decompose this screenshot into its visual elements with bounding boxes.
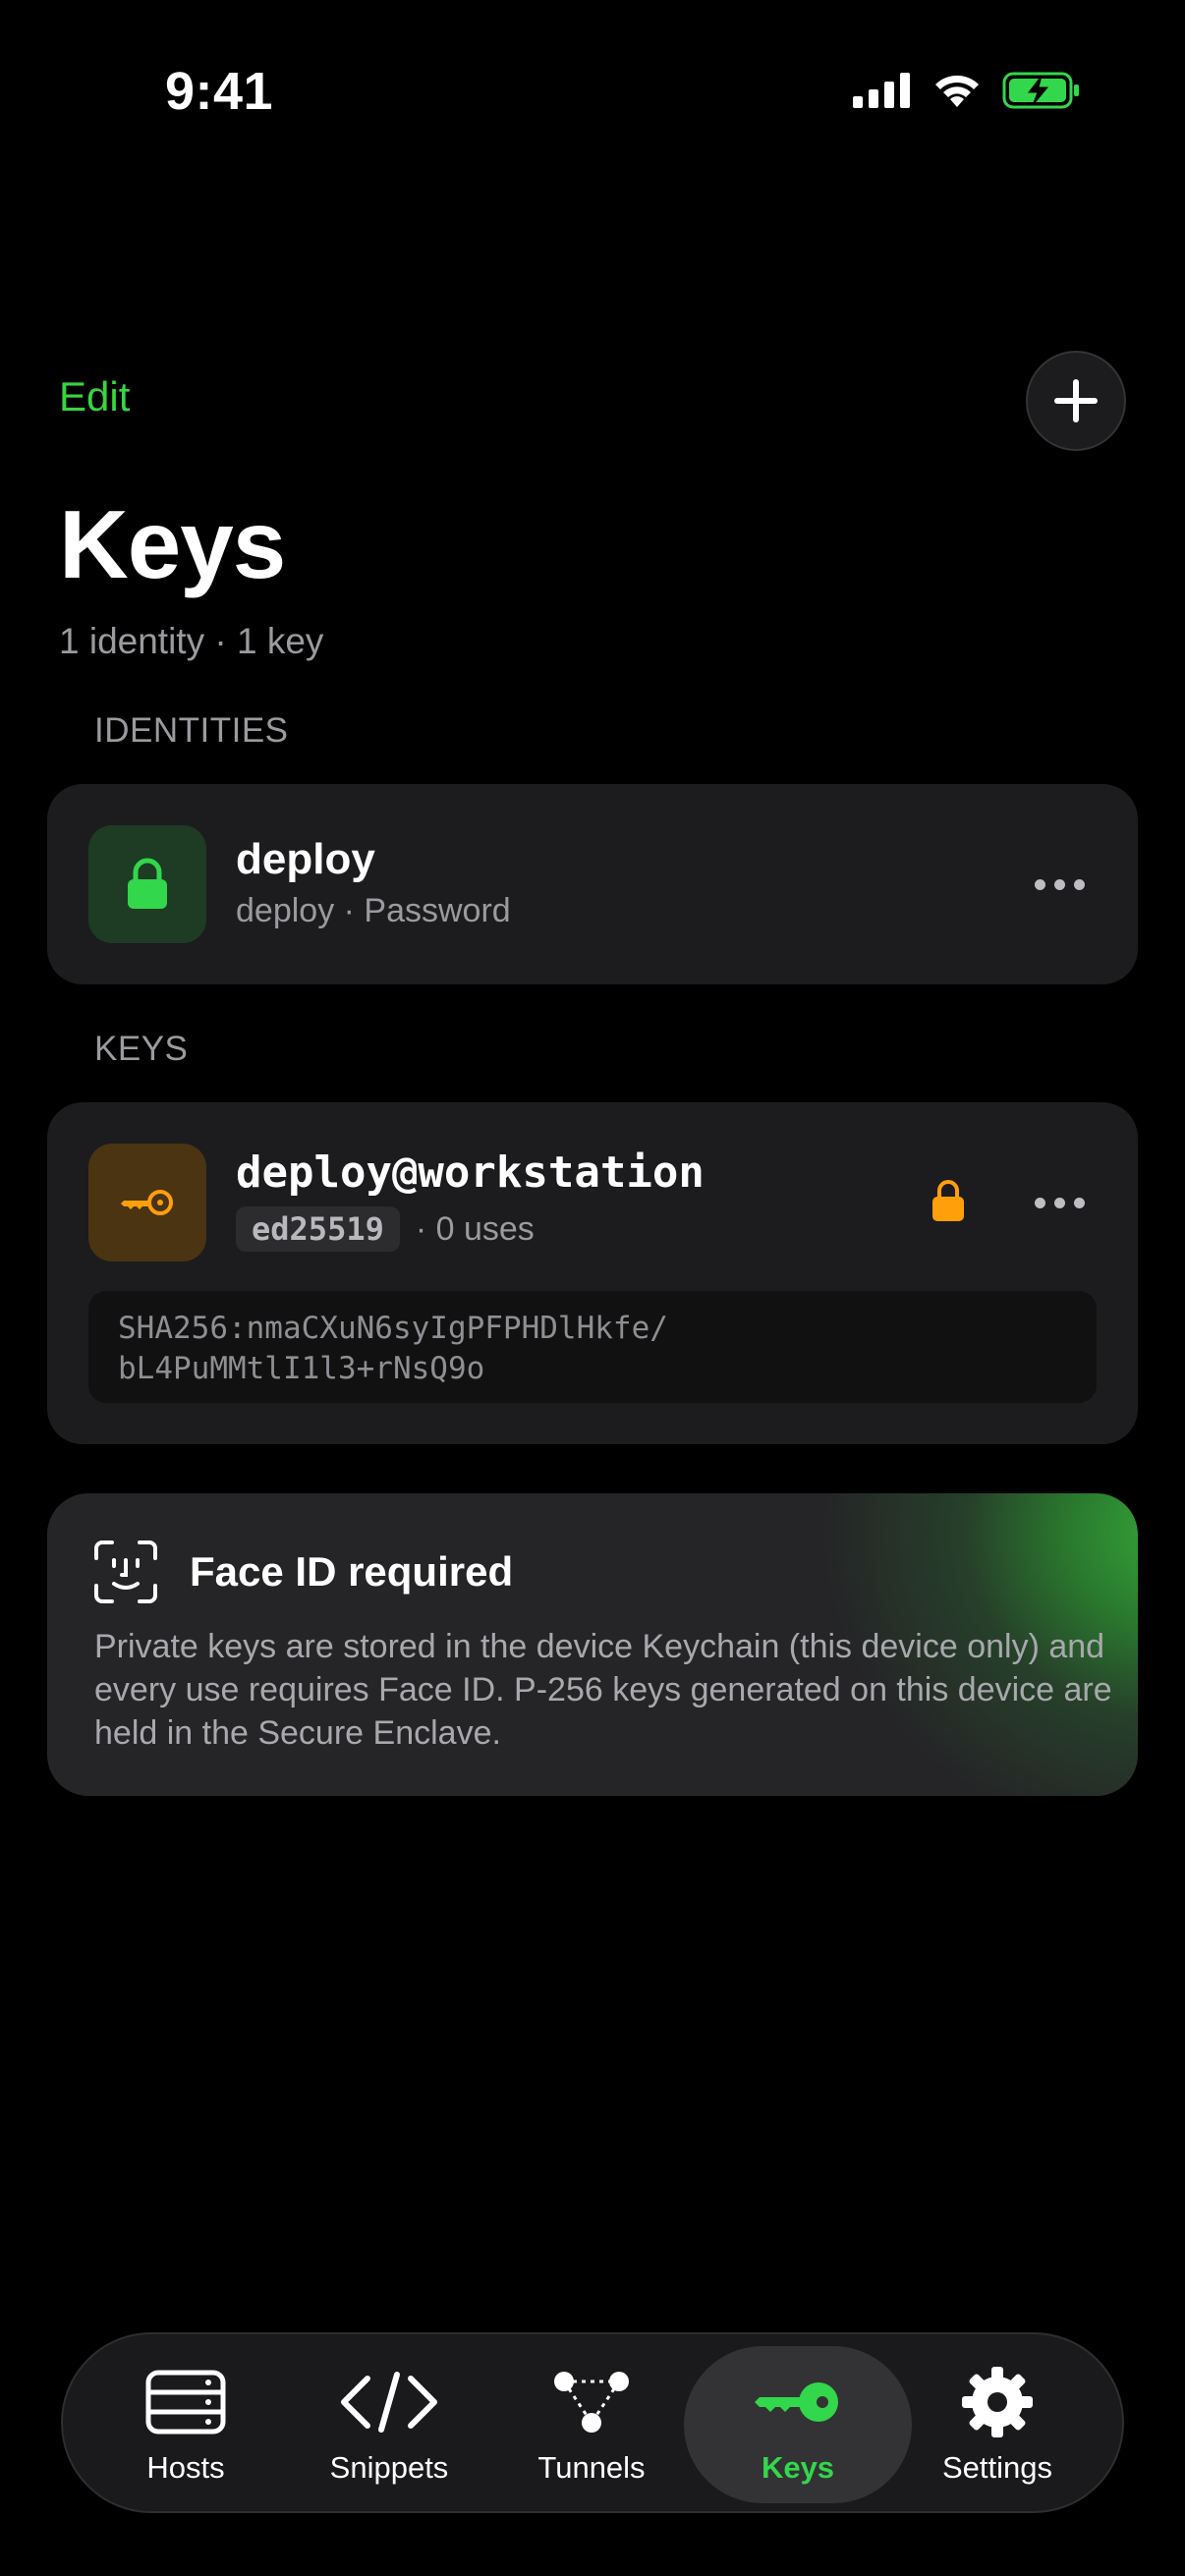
tab-tunnels[interactable]: Tunnels <box>503 2346 680 2503</box>
tab-snippets-label: Snippets <box>329 2450 449 2485</box>
cellular-signal-icon <box>853 73 910 108</box>
section-header-identities: IDENTITIES <box>94 711 289 750</box>
add-key-button[interactable] <box>1026 351 1126 451</box>
page-subtitle: 1 identity · 1 key <box>59 621 324 661</box>
face-id-title: Face ID required <box>190 1548 514 1595</box>
battery-charging-icon <box>1002 72 1079 109</box>
key-icon <box>755 2382 838 2422</box>
more-dot-icon <box>1073 878 1085 890</box>
section-header-keys: KEYS <box>94 1030 189 1068</box>
key-name: deploy@workstation <box>236 1148 705 1198</box>
key-more-button[interactable] <box>1020 1173 1099 1232</box>
tab-keys[interactable]: Keys <box>684 2346 912 2503</box>
server-icon <box>145 2370 226 2435</box>
face-id-notice: Face ID required Private keys are stored… <box>47 1493 1138 1796</box>
more-dot-icon <box>1053 878 1065 890</box>
status-bar: 9:41 <box>0 0 1185 187</box>
more-dot-icon <box>1034 878 1045 890</box>
face-id-icon <box>94 1540 157 1603</box>
page-title: Keys <box>59 490 286 598</box>
identity-icon-tile <box>88 825 206 943</box>
key-fingerprint: SHA256:nmaCXuN6syIgPFPHDlHkfe/ bL4PuMMtl… <box>88 1291 1097 1403</box>
tab-hosts[interactable]: Hosts <box>102 2346 269 2503</box>
status-time: 9:41 <box>165 62 274 121</box>
more-dot-icon <box>1034 1197 1045 1208</box>
fingerprint-line-2: bL4PuMMtlI1l3+rNsQ9o <box>118 1351 485 1386</box>
tab-tunnels-label: Tunnels <box>537 2450 646 2485</box>
lock-icon <box>128 858 167 909</box>
more-dot-icon <box>1053 1197 1065 1208</box>
network-icon <box>554 2372 629 2433</box>
key-icon-tile <box>88 1144 206 1261</box>
more-dot-icon <box>1073 1197 1085 1208</box>
tab-hosts-label: Hosts <box>146 2450 225 2485</box>
key-lock-icon <box>932 1180 964 1221</box>
tab-settings[interactable]: Settings <box>914 2346 1081 2503</box>
key-uses: · 0 uses <box>415 1209 535 1248</box>
key-row[interactable]: deploy@workstation ed25519 · 0 uses SHA2… <box>47 1102 1138 1444</box>
status-icons <box>853 71 1081 110</box>
tab-snippets[interactable]: Snippets <box>291 2346 487 2503</box>
identity-detail: deploy · Password <box>236 892 511 929</box>
gear-icon <box>962 2367 1033 2437</box>
edit-button[interactable]: Edit <box>59 373 130 420</box>
tab-bar: Hosts Snippets Tunnels Keys Settings <box>61 2332 1124 2513</box>
wifi-icon <box>935 75 979 107</box>
face-id-body: Private keys are stored in the device Ke… <box>94 1628 1112 1752</box>
code-icon <box>341 2372 437 2433</box>
key-meta: ed25519 · 0 uses <box>236 1206 535 1252</box>
identity-more-button[interactable] <box>1020 855 1099 914</box>
tab-settings-label: Settings <box>941 2450 1052 2485</box>
identity-row[interactable]: deploy deploy · Password <box>47 784 1138 984</box>
identity-name: deploy <box>236 835 375 883</box>
key-type-badge: ed25519 <box>236 1206 400 1252</box>
tab-keys-label: Keys <box>761 2450 835 2485</box>
key-icon <box>121 1190 173 1215</box>
plus-icon <box>1054 379 1098 422</box>
fingerprint-line-1: SHA256:nmaCXuN6syIgPFPHDlHkfe/ <box>118 1311 668 1346</box>
